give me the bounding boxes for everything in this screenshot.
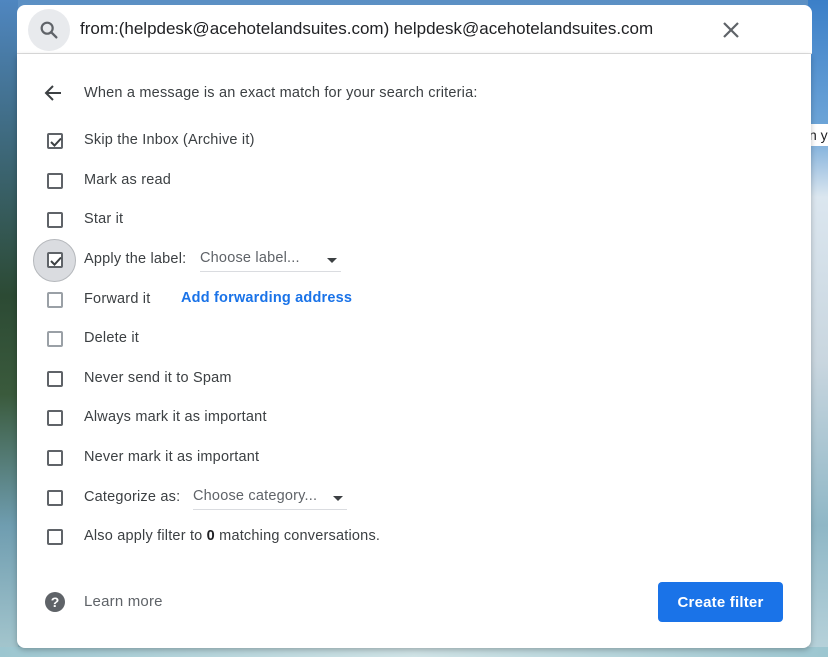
- option-apply-to-matching: Also apply filter to 0 matching conversa…: [17, 517, 811, 557]
- choose-category-value: Choose category...: [193, 488, 318, 504]
- categorize-checkbox[interactable]: [47, 490, 63, 506]
- option-forward-it: Forward it Add forwarding address: [17, 280, 811, 320]
- delete-it-label: Delete it: [84, 330, 139, 346]
- search-bar: from:(helpdesk@acehotelandsuites.com) he…: [17, 5, 812, 54]
- never-spam-checkbox[interactable]: [47, 371, 63, 387]
- search-icon[interactable]: [28, 9, 70, 51]
- background-scenery-bottom: [0, 647, 828, 657]
- option-always-important: Always mark it as important: [17, 398, 811, 438]
- dropdown-arrow-icon: [333, 496, 343, 501]
- dropdown-arrow-icon: [327, 258, 337, 263]
- apply-to-matching-label: Also apply filter to 0 matching conversa…: [84, 528, 380, 544]
- categorize-label: Categorize as:: [84, 489, 181, 505]
- apply-label-label: Apply the label:: [84, 251, 187, 267]
- background-partial-text: n yo: [808, 124, 828, 146]
- option-apply-label: Apply the label: Choose label...: [17, 239, 811, 282]
- matching-count: 0: [206, 528, 215, 544]
- help-icon[interactable]: ?: [45, 592, 65, 612]
- apply-to-matching-prefix: Also apply filter to: [84, 528, 207, 544]
- skip-inbox-checkbox[interactable]: [47, 133, 63, 149]
- always-important-label: Always mark it as important: [84, 409, 267, 425]
- skip-inbox-label: Skip the Inbox (Archive it): [84, 132, 255, 148]
- mark-as-read-label: Mark as read: [84, 172, 172, 188]
- never-important-label: Never mark it as important: [84, 449, 260, 465]
- star-it-label: Star it: [84, 211, 124, 227]
- choose-label-value: Choose label...: [200, 250, 300, 266]
- star-it-checkbox[interactable]: [47, 212, 63, 228]
- background-scenery-left: [0, 0, 18, 657]
- never-spam-label: Never send it to Spam: [84, 370, 232, 386]
- criteria-heading: When a message is an exact match for you…: [84, 85, 478, 101]
- delete-it-checkbox[interactable]: [47, 331, 63, 347]
- mark-as-read-checkbox[interactable]: [47, 173, 63, 189]
- never-important-checkbox[interactable]: [47, 450, 63, 466]
- arrow-back-icon[interactable]: [41, 81, 65, 105]
- option-categorize: Categorize as: Choose category...: [17, 478, 811, 518]
- add-forwarding-address-link[interactable]: Add forwarding address: [181, 290, 352, 306]
- close-icon[interactable]: [717, 16, 745, 44]
- option-star-it: Star it: [17, 200, 811, 240]
- choose-label-dropdown[interactable]: Choose label...: [200, 250, 341, 272]
- option-skip-inbox: Skip the Inbox (Archive it): [17, 121, 811, 161]
- create-filter-button[interactable]: Create filter: [658, 582, 783, 622]
- filter-options-panel: When a message is an exact match for you…: [17, 54, 811, 648]
- apply-to-matching-checkbox[interactable]: [47, 529, 63, 545]
- choose-category-dropdown[interactable]: Choose category...: [193, 488, 347, 510]
- option-delete-it: Delete it: [17, 319, 811, 359]
- background-scenery-right: [808, 0, 828, 657]
- apply-label-checkbox[interactable]: [47, 252, 63, 268]
- option-mark-as-read: Mark as read: [17, 161, 811, 201]
- forward-it-checkbox[interactable]: [47, 292, 63, 308]
- option-never-important: Never mark it as important: [17, 438, 811, 478]
- option-never-spam: Never send it to Spam: [17, 359, 811, 399]
- forward-it-label: Forward it: [84, 291, 151, 307]
- always-important-checkbox[interactable]: [47, 410, 63, 426]
- apply-to-matching-suffix: matching conversations.: [214, 528, 381, 544]
- search-input[interactable]: from:(helpdesk@acehotelandsuites.com) he…: [80, 19, 720, 41]
- learn-more-link[interactable]: Learn more: [84, 593, 163, 610]
